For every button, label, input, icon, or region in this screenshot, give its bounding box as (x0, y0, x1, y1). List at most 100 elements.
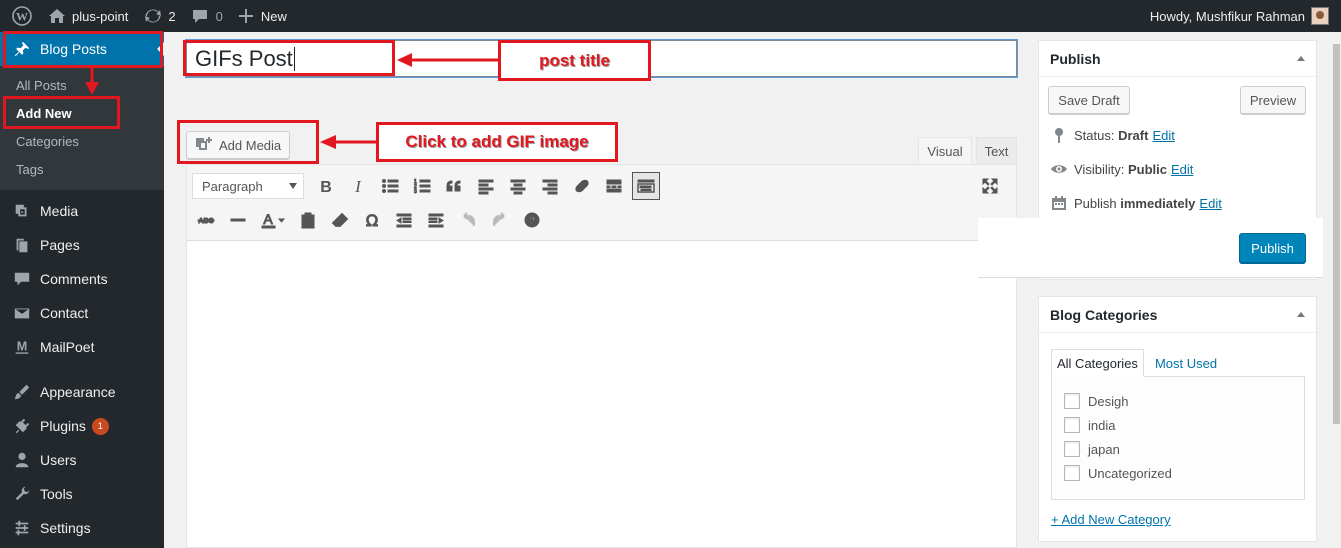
admin-bar: W plus-point 2 0 New Howdy, Mushfikur Ra… (0, 0, 1341, 32)
category-item[interactable]: Uncategorized (1052, 461, 1304, 485)
site-name: plus-point (72, 8, 129, 24)
mailpoet-icon: M (12, 337, 32, 357)
new-content-link[interactable]: New (231, 0, 295, 32)
edit-visibility-link[interactable]: Edit (1171, 162, 1193, 177)
site-name-link[interactable]: plus-point (40, 0, 136, 32)
outdent-icon (396, 213, 412, 228)
tab-most-used[interactable]: Most Used (1150, 349, 1222, 377)
strikethrough-button[interactable]: ABC (192, 206, 220, 234)
menu-users[interactable]: Users (0, 443, 164, 477)
menu-pages[interactable]: Pages (0, 228, 164, 262)
menu-plugins-label: Plugins (40, 418, 86, 434)
user-icon (12, 450, 32, 470)
publish-box-title[interactable]: Publish (1039, 41, 1316, 77)
eraser-icon (331, 212, 349, 227)
paste-as-text-button[interactable] (294, 206, 322, 234)
category-checkbox[interactable] (1064, 393, 1080, 409)
wrench-icon (12, 484, 32, 504)
insert-link-button[interactable] (568, 172, 596, 200)
visibility-label: Visibility: (1074, 161, 1125, 177)
menu-pages-label: Pages (40, 237, 80, 253)
menu-media[interactable]: Media (0, 194, 164, 228)
toolbar-toggle-button[interactable] (632, 172, 660, 200)
new-label: New (260, 8, 287, 24)
envelope-icon (12, 303, 32, 323)
read-more-button[interactable] (600, 172, 628, 200)
edit-status-link[interactable]: Edit (1152, 128, 1174, 143)
wordpress-logo-icon[interactable]: W (4, 0, 40, 32)
align-right-button[interactable] (536, 172, 564, 200)
bold-button[interactable]: B (312, 172, 340, 200)
text-color-button[interactable]: A (256, 206, 290, 234)
toolbar-row-1: Paragraph B I 123 (192, 172, 664, 200)
preview-button[interactable]: Preview (1240, 86, 1306, 114)
redo-icon (493, 212, 505, 226)
keyboard-shortcuts-button[interactable]: ? (518, 206, 546, 234)
menu-contact[interactable]: Contact (0, 296, 164, 330)
menu-appearance[interactable]: Appearance (0, 375, 164, 409)
menu-plugins[interactable]: Plugins 1 (0, 409, 164, 443)
redo-button[interactable] (486, 206, 514, 234)
submenu-categories[interactable]: Categories (0, 128, 164, 156)
category-checkbox[interactable] (1064, 417, 1080, 433)
edit-publish-time-link[interactable]: Edit (1199, 196, 1221, 211)
category-checkbox[interactable] (1064, 465, 1080, 481)
numbered-list-icon: 123 (414, 179, 431, 195)
numbered-list-button[interactable]: 123 (408, 172, 436, 200)
plug-icon (12, 416, 32, 436)
publish-time-value: immediately (1120, 195, 1196, 211)
read-more-icon (606, 179, 622, 193)
horizontal-line-button[interactable] (224, 206, 252, 234)
undo-button[interactable] (454, 206, 482, 234)
tab-visual[interactable]: Visual (918, 137, 972, 165)
align-left-icon (478, 179, 494, 195)
category-item[interactable]: Desigh (1052, 389, 1304, 413)
categories-box-title[interactable]: Blog Categories (1039, 297, 1316, 333)
menu-comments[interactable]: Comments (0, 262, 164, 296)
comments-link[interactable]: 0 (184, 0, 231, 32)
pages-icon (12, 235, 32, 255)
svg-text:W: W (16, 10, 28, 24)
fullscreen-icon (982, 178, 998, 194)
page-scrollbar[interactable] (1331, 32, 1341, 548)
decrease-indent-button[interactable] (390, 206, 418, 234)
category-checkbox[interactable] (1064, 441, 1080, 457)
editor-content-area[interactable] (187, 241, 1016, 541)
align-left-button[interactable] (472, 172, 500, 200)
avatar (1311, 7, 1329, 25)
calendar-icon (1052, 196, 1066, 210)
highlight-blog-posts (3, 31, 163, 68)
my-account-link[interactable]: Howdy, Mushfikur Rahman (1142, 0, 1341, 32)
tab-text[interactable]: Text (976, 137, 1017, 165)
highlight-post-title (183, 40, 395, 76)
updates-count: 2 (168, 8, 176, 24)
submenu-tags[interactable]: Tags (0, 156, 164, 184)
menu-mailpoet[interactable]: M MailPoet (0, 330, 164, 364)
svg-text:B: B (320, 179, 332, 195)
distraction-free-button[interactable] (976, 172, 1004, 200)
format-select-value: Paragraph (202, 178, 263, 194)
publish-button[interactable]: Publish (1239, 233, 1306, 263)
svg-text:?: ? (529, 216, 535, 227)
plus-icon (238, 9, 253, 23)
italic-button[interactable]: I (344, 172, 372, 200)
plugins-update-badge: 1 (91, 417, 109, 435)
scrollbar-thumb[interactable] (1333, 44, 1340, 424)
blockquote-button[interactable] (440, 172, 468, 200)
bulleted-list-button[interactable] (376, 172, 404, 200)
menu-contact-label: Contact (40, 305, 89, 321)
updates-link[interactable]: 2 (136, 0, 183, 32)
category-item[interactable]: india (1052, 413, 1304, 437)
align-center-button[interactable] (504, 172, 532, 200)
category-item[interactable]: japan (1052, 437, 1304, 461)
add-new-category-link[interactable]: + Add New Category (1051, 512, 1171, 527)
save-draft-button[interactable]: Save Draft (1048, 86, 1130, 114)
tab-all-categories[interactable]: All Categories (1051, 349, 1144, 377)
menu-settings[interactable]: Settings (0, 511, 164, 545)
increase-indent-button[interactable] (422, 206, 450, 234)
clear-formatting-button[interactable] (326, 206, 354, 234)
status-value: Draft (1118, 127, 1149, 143)
format-select[interactable]: Paragraph (192, 173, 304, 199)
menu-tools[interactable]: Tools (0, 477, 164, 511)
special-character-button[interactable]: Ω (358, 206, 386, 234)
